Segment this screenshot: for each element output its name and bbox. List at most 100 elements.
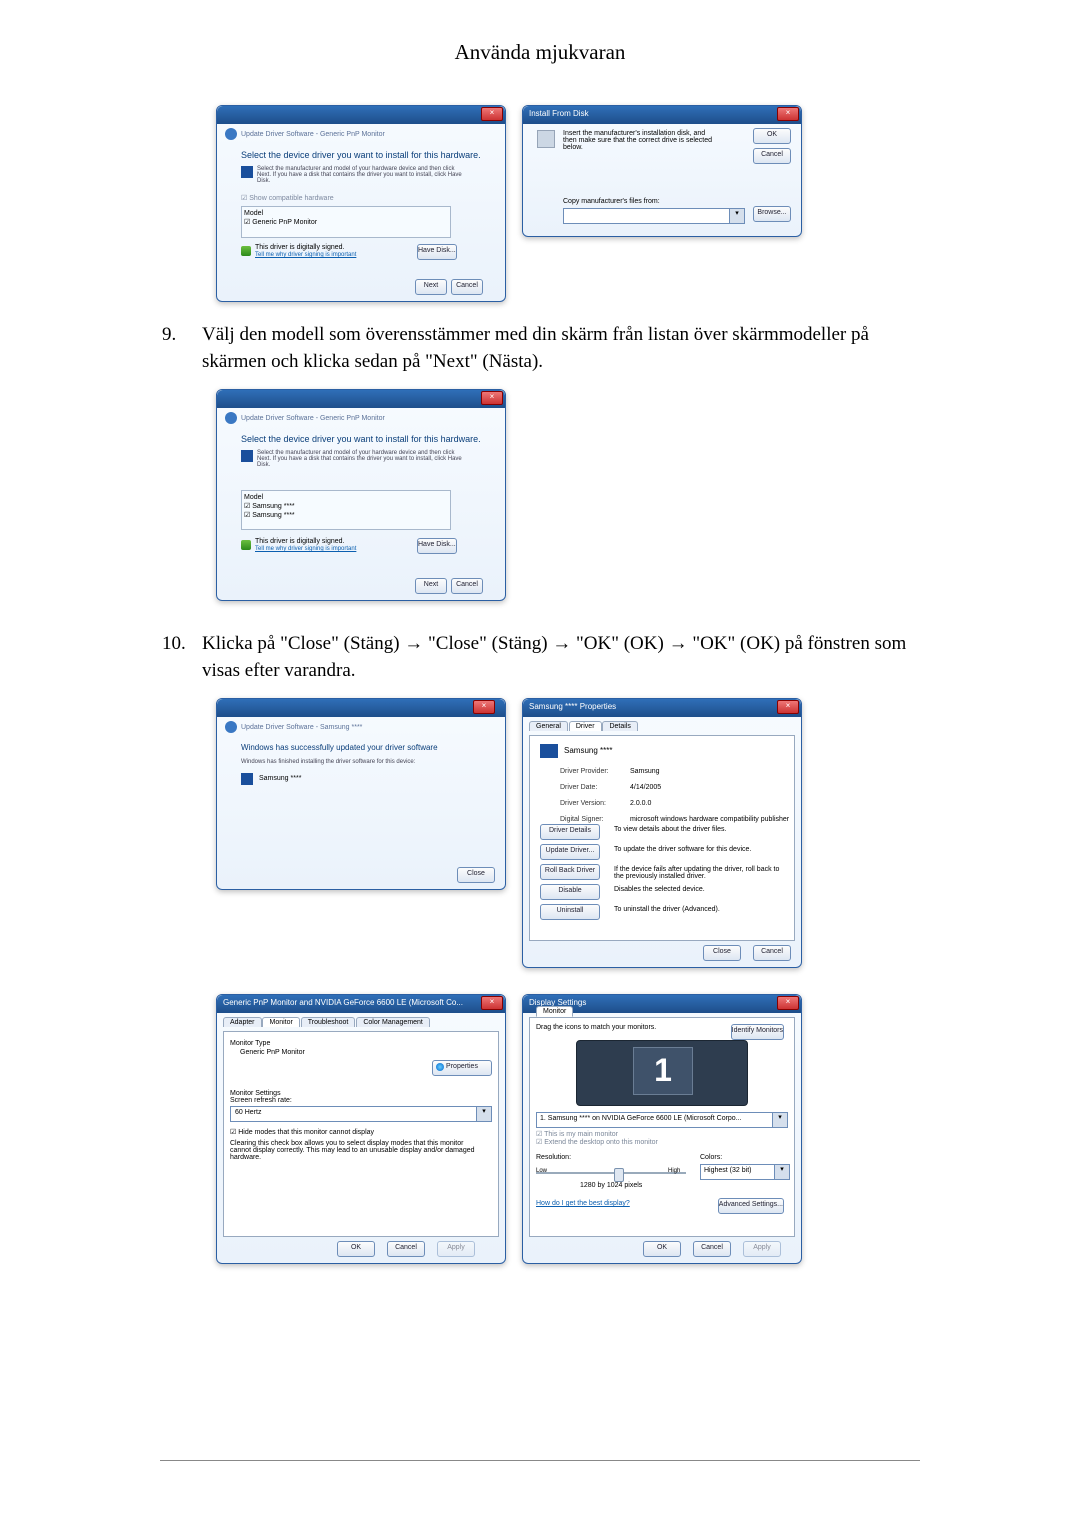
install-message: Insert the manufacturer's installation d… [563,130,713,151]
slider-knob[interactable] [614,1168,624,1182]
step-text: Klicka på "Close" (Stäng) → "Close" (Stä… [202,631,918,684]
ok-button[interactable]: OK [337,1241,375,1257]
close-icon[interactable]: × [481,391,503,405]
apply-button[interactable]: Apply [437,1241,475,1257]
ok-button[interactable]: OK [643,1241,681,1257]
step-number: 10. [162,631,202,684]
refresh-value: 60 Hertz [231,1107,491,1118]
device-name: Samsung **** [259,775,301,782]
tabs: Adapter Monitor Troubleshoot Color Manag… [223,1017,429,1027]
titlebar: Install From Disk × [523,106,801,124]
back-icon[interactable] [225,128,237,140]
model-item[interactable]: ☑ Samsung **** [244,511,448,520]
tab-driver[interactable]: Driver [569,721,602,731]
cancel-button[interactable]: Cancel [451,578,483,594]
cancel-button[interactable]: Cancel [693,1241,731,1257]
drag-hint: Drag the icons to match your monitors. [536,1024,656,1031]
uninstall-button[interactable]: Uninstall [540,904,600,920]
close-icon[interactable]: × [777,996,799,1010]
properties-button[interactable]: Properties [432,1060,492,1076]
dropdown-icon[interactable]: ▾ [476,1107,491,1121]
hide-modes-checkbox[interactable]: ☑ Hide modes that this monitor cannot di… [230,1128,492,1136]
dropdown-icon[interactable]: ▾ [772,1113,787,1127]
close-icon[interactable]: × [481,996,503,1010]
model-listbox[interactable]: Model ☑ Samsung **** ☑ Samsung **** [241,490,451,530]
hide-modes-note: Clearing this check box allows you to se… [230,1140,480,1161]
show-compatible-checkbox[interactable]: ☑ Show compatible hardware [241,194,334,202]
refresh-rate-combo[interactable]: 60 Hertz ▾ [230,1106,492,1122]
uninstall-desc: To uninstall the driver (Advanced). [614,906,790,913]
resolution-value: 1280 by 1024 pixels [580,1182,642,1189]
update-driver-button[interactable]: Update Driver... [540,844,600,860]
disable-button[interactable]: Disable [540,884,600,900]
have-disk-button[interactable]: Have Disk... [417,244,457,260]
close-icon[interactable]: × [777,107,799,121]
back-icon[interactable] [225,721,237,733]
crumb-text: Update Driver Software - Generic PnP Mon… [241,131,385,138]
main-monitor-checkbox[interactable]: ☑ This is my main monitor [536,1130,658,1138]
ok-button[interactable]: OK [753,128,791,144]
display-select[interactable]: 1. Samsung **** on NVIDIA GeForce 6600 L… [536,1112,788,1128]
advanced-settings-button[interactable]: Advanced Settings... [718,1198,784,1214]
have-disk-button[interactable]: Have Disk... [417,538,457,554]
details-desc: To view details about the driver files. [614,826,790,833]
dropdown-icon[interactable]: ▾ [729,209,744,223]
signing-link[interactable]: Tell me why driver signing is important [255,252,356,258]
rollback-driver-button[interactable]: Roll Back Driver [540,864,600,880]
resolution-slider[interactable] [536,1166,686,1180]
monitor-properties-window: Generic PnP Monitor and NVIDIA GeForce 6… [216,994,506,1264]
screenshot-group-3: × Update Driver Software - Samsung **** … [216,698,918,978]
tab-color[interactable]: Color Management [356,1017,430,1027]
signing-link[interactable]: Tell me why driver signing is important [255,546,356,552]
monitor-type-label: Monitor Type [230,1040,492,1047]
driver-details-button[interactable]: Driver Details [540,824,600,840]
apply-button[interactable]: Apply [743,1241,781,1257]
tab-details[interactable]: Details [602,721,637,731]
cancel-button[interactable]: Cancel [387,1241,425,1257]
cancel-button[interactable]: Cancel [753,945,791,961]
window-title: Install From Disk [529,109,589,118]
tab-general[interactable]: General [529,721,568,731]
floppy-icon [241,166,253,178]
tab-monitor[interactable]: Monitor [262,1017,299,1027]
monitor-1[interactable]: 1 [633,1047,693,1095]
driver-panel: Samsung **** Driver Provider:Samsung Dri… [529,735,795,941]
browse-button[interactable]: Browse... [753,206,791,222]
refresh-rate-label: Screen refresh rate: [230,1097,492,1104]
shield-icon [241,246,251,256]
monitor-preview[interactable]: 1 [576,1040,748,1106]
close-icon[interactable]: × [481,107,503,121]
colors-combo[interactable]: Highest (32 bit) ▾ [700,1164,790,1180]
cancel-button[interactable]: Cancel [753,148,791,164]
back-icon[interactable] [225,412,237,424]
model-item[interactable]: ☑ Samsung **** [244,502,448,511]
close-icon[interactable]: × [473,700,495,714]
titlebar: × [217,390,505,408]
path-input[interactable]: ▾ [563,208,745,224]
monitor-panel: Monitor Type Generic PnP Monitor Propert… [223,1031,499,1237]
tab-adapter[interactable]: Adapter [223,1017,262,1027]
dropdown-icon[interactable]: ▾ [774,1165,789,1179]
close-icon[interactable]: × [777,700,799,714]
update-driver-window-1: × Update Driver Software - Generic PnP M… [216,105,506,302]
version-value: 2.0.0.0 [630,800,651,807]
breadcrumb: Update Driver Software - Samsung **** [225,721,362,733]
close-button[interactable]: Close [457,867,495,883]
low-label: Low [536,1168,547,1174]
extend-desktop-checkbox[interactable]: ☑ Extend the desktop onto this monitor [536,1138,658,1146]
best-display-link[interactable]: How do I get the best display? [536,1200,630,1207]
next-button[interactable]: Next [415,578,447,594]
model-item[interactable]: ☑ Generic PnP Monitor [244,218,448,227]
tab-monitor[interactable]: Monitor [536,1006,573,1017]
wizard-heading: Select the device driver you want to ins… [241,434,481,444]
copy-from-label: Copy manufacturer's files from: [563,198,660,205]
tab-troubleshoot[interactable]: Troubleshoot [301,1017,356,1027]
cancel-button[interactable]: Cancel [451,279,483,295]
model-listbox[interactable]: Model ☑ Generic PnP Monitor [241,206,451,238]
identify-monitors-button[interactable]: Identify Monitors [731,1024,784,1040]
wizard-hint: Windows has finished installing the driv… [241,759,471,765]
date-value: 4/14/2005 [630,784,661,791]
close-button[interactable]: Close [703,945,741,961]
step-9: 9. Välj den modell som överensstämmer me… [162,322,918,375]
next-button[interactable]: Next [415,279,447,295]
